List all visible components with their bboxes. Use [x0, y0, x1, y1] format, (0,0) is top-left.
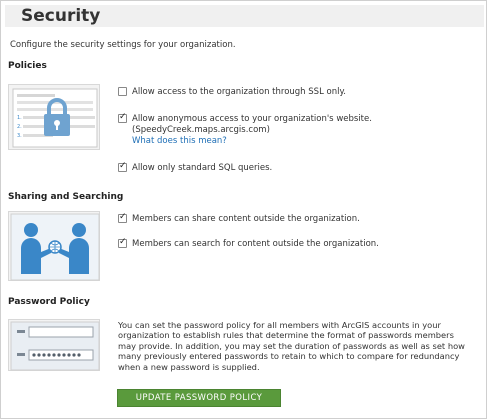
option-search-outside[interactable]: Members can search for content outside t… — [118, 237, 379, 250]
policies-illustration: 1. 2. 3. — [8, 84, 100, 150]
anonymous-access-checkbox[interactable] — [118, 112, 127, 123]
illus-number-1: 1. — [17, 115, 22, 121]
sharing-heading: Sharing and Searching — [8, 192, 124, 202]
ssl-only-label: Allow access to the organization through… — [132, 87, 346, 97]
sharing-illustration — [8, 211, 100, 281]
password-heading: Password Policy — [8, 297, 90, 307]
title-bar: Security — [5, 5, 484, 27]
search-outside-label: Members can search for content outside t… — [132, 239, 379, 249]
search-outside-checkbox[interactable] — [118, 237, 127, 248]
illus-number-2: 2. — [17, 124, 22, 130]
update-password-policy-button[interactable]: UPDATE PASSWORD POLICY — [117, 389, 281, 407]
page-title: Security — [21, 6, 101, 26]
people-sharing-icon — [10, 213, 100, 281]
anonymous-access-label: Allow anonymous access to your organizat… — [132, 114, 372, 124]
option-ssl-only[interactable]: Allow access to the organization through… — [118, 87, 346, 98]
standard-sql-checkbox[interactable] — [118, 161, 127, 172]
ssl-only-checkbox[interactable] — [118, 87, 127, 96]
security-settings-panel: Security Configure the security settings… — [0, 0, 487, 419]
share-outside-label: Members can share content outside the or… — [132, 214, 360, 224]
password-field-icon — [10, 321, 100, 371]
password-policy-description: You can set the password policy for all … — [118, 320, 465, 372]
password-illustration — [8, 319, 100, 371]
what-does-this-mean-link[interactable]: What does this mean? — [132, 136, 372, 147]
option-anonymous-access[interactable]: Allow anonymous access to your organizat… — [118, 112, 372, 147]
intro-text: Configure the security settings for your… — [10, 40, 236, 50]
anonymous-access-url: (SpeedyCreek.maps.arcgis.com) — [132, 125, 270, 135]
option-share-outside[interactable]: Members can share content outside the or… — [118, 212, 360, 225]
share-outside-checkbox[interactable] — [118, 212, 127, 223]
option-standard-sql[interactable]: Allow only standard SQL queries. — [118, 161, 273, 174]
standard-sql-label: Allow only standard SQL queries. — [132, 163, 273, 173]
policies-heading: Policies — [8, 61, 47, 71]
illus-number-3: 3. — [17, 133, 22, 139]
lock-document-icon: 1. 2. 3. — [12, 88, 98, 148]
